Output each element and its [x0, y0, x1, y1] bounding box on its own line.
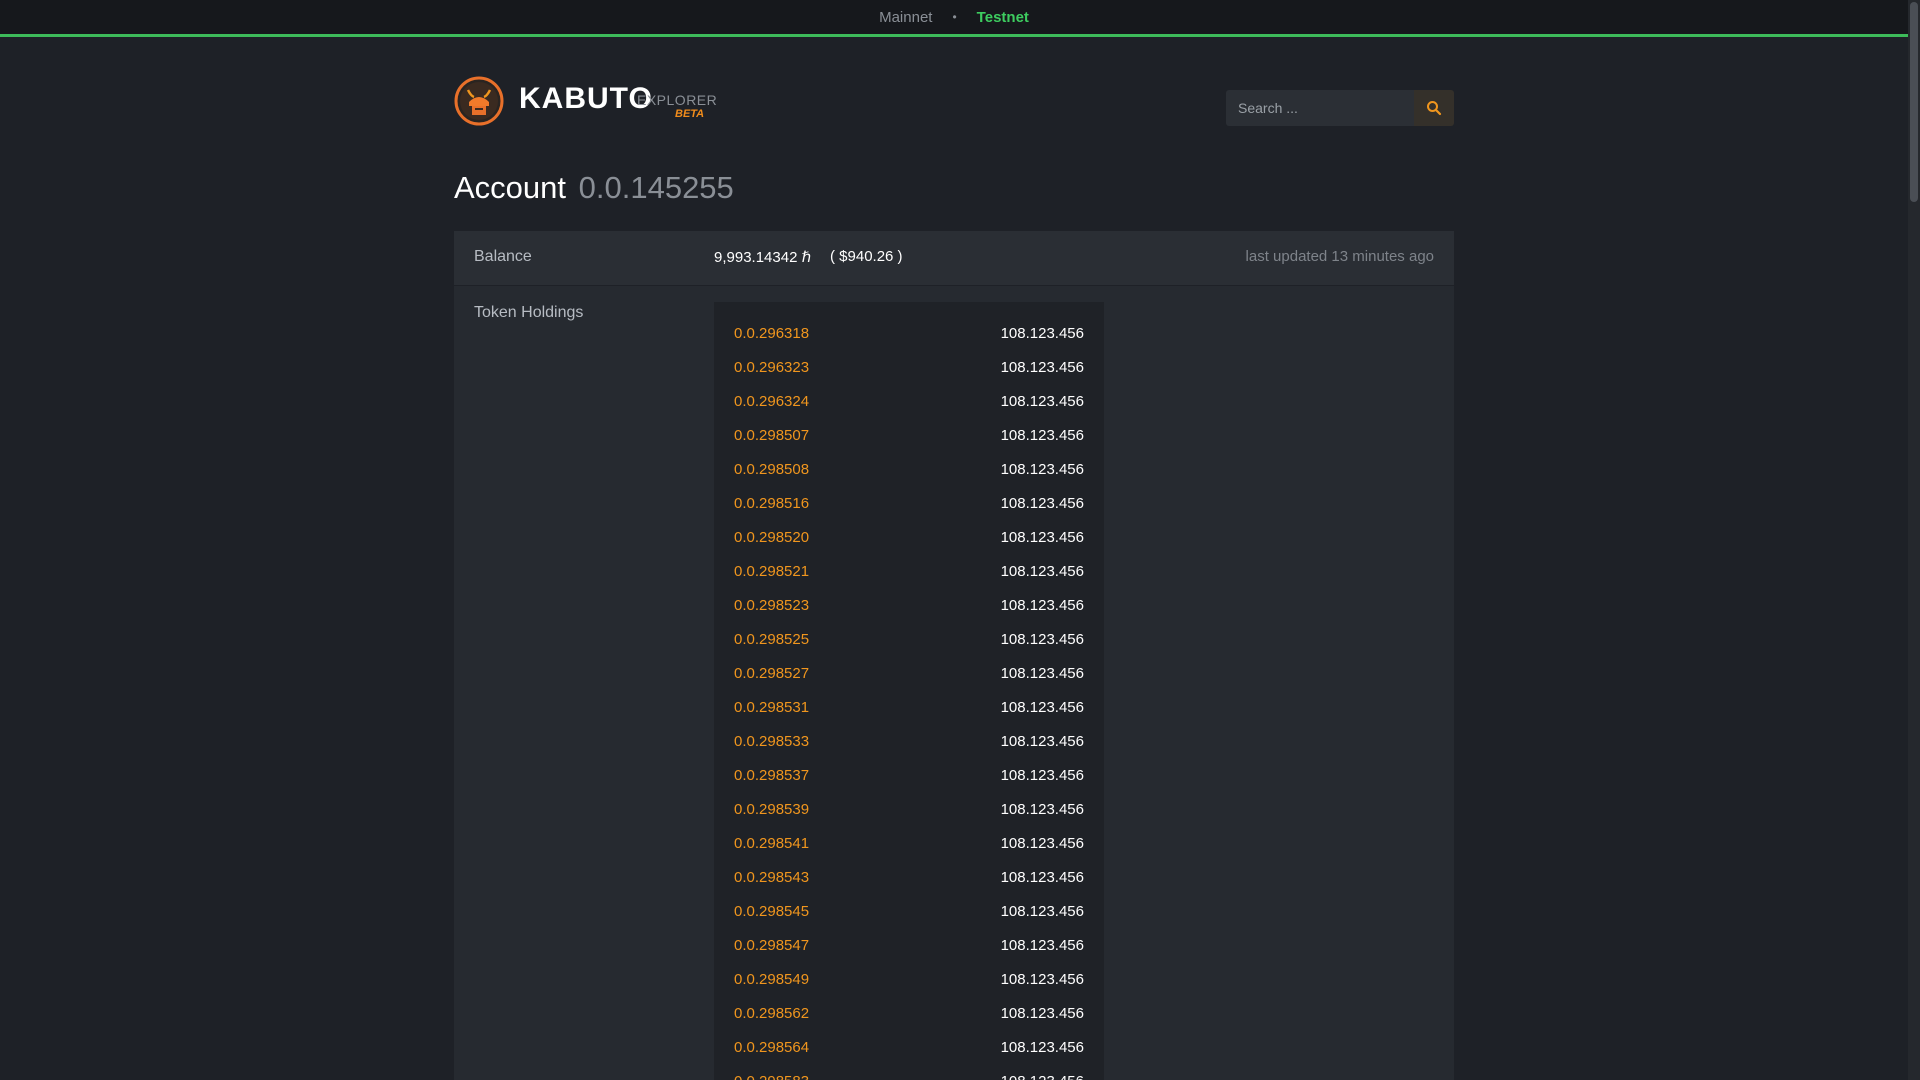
token-holding-row: 0.0.298533 108.123.456 — [714, 724, 1104, 758]
search-input[interactable] — [1226, 90, 1414, 126]
token-id-link[interactable]: 0.0.298549 — [734, 971, 809, 988]
token-amount: 108.123.456 — [1000, 426, 1084, 444]
page-scrollbar[interactable] — [1908, 0, 1920, 1080]
token-amount: 108.123.456 — [1000, 528, 1084, 546]
page-title-label: Account — [454, 170, 567, 205]
token-amount: 108.123.456 — [1000, 834, 1084, 852]
token-amount: 108.123.456 — [1000, 596, 1084, 614]
token-amount: 108.123.456 — [1000, 902, 1084, 920]
token-amount: 108.123.456 — [1000, 494, 1084, 512]
account-id: 0.0.145255 — [578, 170, 734, 205]
network-bar: Mainnet • Testnet — [0, 0, 1908, 37]
token-amount: 108.123.456 — [1000, 868, 1084, 886]
token-amount: 108.123.456 — [1000, 732, 1084, 750]
token-id-link[interactable]: 0.0.298541 — [734, 835, 809, 852]
network-testnet-link[interactable]: Testnet — [977, 9, 1029, 26]
search-box — [1226, 90, 1454, 126]
network-mainnet-link[interactable]: Mainnet — [879, 9, 932, 26]
token-id-link[interactable]: 0.0.298547 — [734, 937, 809, 954]
token-holding-row: 0.0.298541 108.123.456 — [714, 826, 1104, 860]
token-id-link[interactable]: 0.0.298564 — [734, 1039, 809, 1056]
balance-row: Balance 9,993.14342 ℏ ( $940.26 ) last u… — [454, 231, 1454, 286]
beta-badge: BETA — [675, 108, 705, 120]
account-details-card: Balance 9,993.14342 ℏ ( $940.26 ) last u… — [454, 231, 1454, 1080]
token-holding-row: 0.0.298521 108.123.456 — [714, 554, 1104, 588]
token-holding-row: 0.0.298549 108.123.456 — [714, 962, 1104, 996]
token-holding-row: 0.0.298564 108.123.456 — [714, 1030, 1104, 1064]
token-amount: 108.123.456 — [1000, 936, 1084, 954]
token-holding-row: 0.0.298545 108.123.456 — [714, 894, 1104, 928]
token-holding-row: 0.0.298525 108.123.456 — [714, 622, 1104, 656]
token-id-link[interactable]: 0.0.298533 — [734, 733, 809, 750]
token-id-link[interactable]: 0.0.298521 — [734, 563, 809, 580]
token-holding-row: 0.0.298562 108.123.456 — [714, 996, 1104, 1030]
token-amount: 108.123.456 — [1000, 800, 1084, 818]
token-holding-row: 0.0.296323 108.123.456 — [714, 350, 1104, 384]
token-holdings-list: 0.0.296318 108.123.456 0.0.296323 108.123.4… — [714, 302, 1104, 1080]
token-id-link[interactable]: 0.0.298527 — [734, 665, 809, 682]
token-amount: 108.123.456 — [1000, 324, 1084, 342]
token-amount: 108.123.456 — [1001, 1073, 1084, 1080]
token-holding-row: 0.0.298539 108.123.456 — [714, 792, 1104, 826]
token-holding-row: 0.0.298531 108.123.456 — [714, 690, 1104, 724]
token-holding-row: 0.0.298507 108.123.456 — [714, 418, 1104, 452]
token-id-link[interactable]: 0.0.296318 — [734, 325, 809, 342]
token-id-link[interactable]: 0.0.298531 — [734, 699, 809, 716]
token-amount: 108.123.456 — [1000, 460, 1084, 478]
token-id-link[interactable]: 0.0.298537 — [734, 767, 809, 784]
balance-usd-value: ( $940.26 ) — [830, 248, 903, 265]
token-id-link[interactable]: 0.0.298507 — [734, 427, 809, 444]
token-holding-row: 0.0.298523 108.123.456 — [714, 588, 1104, 622]
token-id-link[interactable]: 0.0.298543 — [734, 869, 809, 886]
token-amount: 108.123.456 — [1000, 664, 1084, 682]
token-amount: 108.123.456 — [1000, 630, 1084, 648]
last-updated-text: last updated 13 minutes ago — [1245, 248, 1434, 265]
token-holding-row: 0.0.298537 108.123.456 — [714, 758, 1104, 792]
search-icon — [1427, 101, 1442, 116]
network-separator: • — [952, 10, 957, 24]
token-id-link[interactable]: 0.0.296323 — [734, 359, 809, 376]
token-id-link[interactable]: 0.0.298539 — [734, 801, 809, 818]
token-holding-row: 0.0.296318 108.123.456 — [714, 316, 1104, 350]
token-id-link[interactable]: 0.0.296324 — [734, 393, 809, 410]
balance-label: Balance — [474, 248, 532, 265]
token-holding-row: 0.0.298547 108.123.456 — [714, 928, 1104, 962]
token-holding-row: 0.0.298527 108.123.456 — [714, 656, 1104, 690]
token-id-link[interactable]: 0.0.298508 — [734, 461, 809, 478]
scrollbar-thumb[interactable] — [1910, 2, 1918, 202]
token-holding-row: 0.0.298508 108.123.456 — [714, 452, 1104, 486]
search-button[interactable] — [1414, 90, 1454, 126]
token-amount: 108.123.456 — [1000, 698, 1084, 716]
page-title: Account 0.0.145255 — [454, 170, 734, 206]
token-holding-row: 0.0.296324 108.123.456 — [714, 384, 1104, 418]
site-header: KABUTO EXPLORER BETA — [454, 74, 1454, 128]
token-amount: 108.123.456 — [1000, 562, 1084, 580]
token-id-link[interactable]: 0.0.298516 — [734, 495, 809, 512]
token-id-link[interactable]: 0.0.298520 — [734, 529, 809, 546]
token-amount: 108.123.456 — [1000, 1038, 1084, 1056]
token-amount: 108.123.456 — [1000, 970, 1084, 988]
token-holding-row: 0.0.298543 108.123.456 — [714, 860, 1104, 894]
balance-value: 9,993.14342 ℏ — [714, 249, 812, 266]
token-id-link[interactable]: 0.0.298545 — [734, 903, 809, 920]
token-holdings-label: Token Holdings — [474, 304, 584, 321]
token-holding-row: 0.0.298583 108.123.456 — [714, 1064, 1104, 1080]
token-amount: 108.123.456 — [1000, 392, 1084, 410]
brand-subtitle: EXPLORER — [637, 92, 718, 108]
token-id-link[interactable]: 0.0.298562 — [734, 1005, 809, 1022]
token-id-link[interactable]: 0.0.298523 — [734, 597, 809, 614]
samurai-helmet-logo-icon[interactable] — [454, 76, 504, 126]
brand-name[interactable]: KABUTO — [519, 82, 653, 116]
token-holding-row: 0.0.298516 108.123.456 — [714, 486, 1104, 520]
token-amount: 108.123.456 — [1000, 766, 1084, 784]
token-holding-row: 0.0.298520 108.123.456 — [714, 520, 1104, 554]
token-amount: 108.123.456 — [1000, 1004, 1084, 1022]
token-amount: 108.123.456 — [1000, 358, 1084, 376]
token-id-link[interactable]: 0.0.298525 — [734, 631, 809, 648]
token-id-link[interactable]: 0.0.298583 — [734, 1073, 809, 1080]
